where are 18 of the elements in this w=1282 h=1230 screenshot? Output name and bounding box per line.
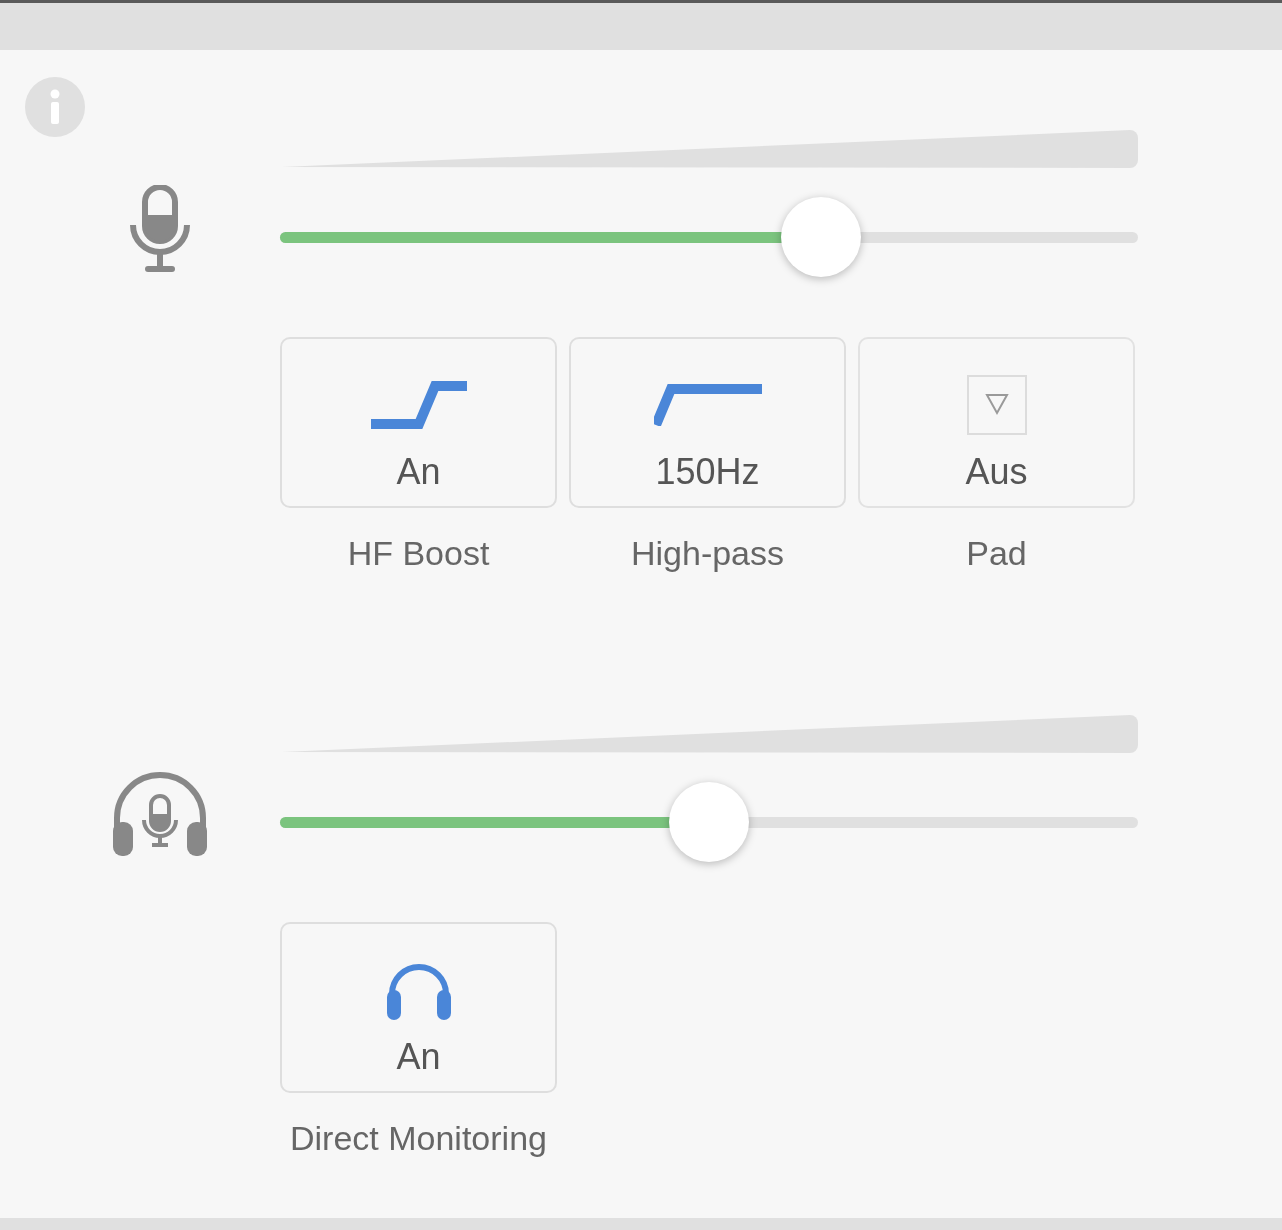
- button-label: Pad: [966, 533, 1027, 573]
- step-curve-icon: [370, 381, 467, 429]
- toggle-button[interactable]: Aus: [858, 337, 1135, 508]
- button-label: Direct Monitoring: [290, 1118, 547, 1158]
- slider[interactable]: [280, 197, 1138, 277]
- headset-microphone-icon: [111, 770, 209, 858]
- high-pass-curve-icon: [653, 384, 762, 426]
- toggle-button[interactable]: An: [280, 337, 557, 508]
- info-icon[interactable]: [25, 77, 85, 137]
- slider-thumb[interactable]: [780, 197, 861, 277]
- slider[interactable]: [280, 782, 1138, 862]
- button-label: High-pass: [630, 533, 785, 573]
- toggle-button[interactable]: 150Hz: [569, 337, 846, 508]
- microphone-icon: [129, 185, 191, 273]
- slider-thumb[interactable]: [669, 782, 749, 862]
- button-label: HF Boost: [347, 533, 490, 573]
- toggle-button[interactable]: An: [280, 922, 557, 1093]
- triangle-square-icon: [966, 375, 1027, 435]
